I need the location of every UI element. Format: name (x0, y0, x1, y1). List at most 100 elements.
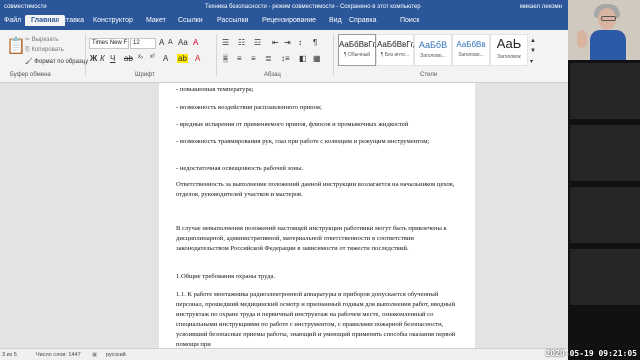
doc-paragraph: В случае невыполнения положений настояще… (176, 225, 447, 252)
tab-view[interactable]: Вид (329, 17, 342, 24)
doc-paragraph: 1.Общие требования охраны труда. (176, 273, 276, 280)
divider (216, 34, 217, 76)
styles-more-icon[interactable]: ▾ (530, 58, 533, 65)
cut-label: Вырезать (31, 37, 59, 43)
copy-button[interactable]: ⎘ Копировать (25, 47, 64, 54)
tab-insert[interactable]: Вставка (58, 17, 84, 24)
borders-icon[interactable]: ▦ (313, 54, 321, 63)
superscript-icon[interactable]: x² (150, 54, 155, 60)
underline-icon[interactable]: Ч (110, 54, 115, 63)
title-bar: совместимости Техника безопасности - реж… (0, 0, 568, 14)
font-color-icon[interactable]: A (195, 54, 200, 63)
clear-format-icon[interactable]: A (193, 38, 198, 47)
speaker-hand (577, 30, 587, 48)
style-preview: АаБбВвГг, (377, 40, 415, 49)
bullets-icon[interactable]: ☰ (222, 38, 229, 47)
tab-help[interactable]: Справка (349, 17, 376, 24)
word-window: совместимости Техника безопасности - реж… (0, 0, 568, 360)
paragraph-group-label: Абзац (264, 72, 281, 78)
styles-scroll-down-icon[interactable]: ▼ (530, 48, 536, 54)
multilevel-list-icon[interactable]: ☲ (254, 38, 261, 47)
text-effects-icon[interactable]: A (163, 54, 168, 63)
doc-paragraph: - вредные испарения от применяемого прип… (176, 121, 409, 128)
participant-video-tile[interactable] (570, 187, 640, 243)
font-name-select[interactable]: Times New F (89, 38, 129, 49)
divider (85, 34, 86, 76)
italic-icon[interactable]: К (100, 54, 105, 63)
speaker-body (590, 30, 626, 60)
tab-design[interactable]: Конструктор (93, 17, 133, 24)
user-name[interactable]: микаел лекомн (520, 0, 562, 14)
clipboard-group-label: Буфер обмена (10, 72, 51, 78)
doc-paragraph: - возможность воздействия расплавленного… (176, 104, 322, 111)
document-page[interactable]: - повышенная температура; - возможность … (159, 83, 475, 348)
tab-layout[interactable]: Макет (146, 17, 166, 24)
title-left: совместимости (4, 4, 47, 10)
participant-video-tile[interactable] (570, 63, 640, 119)
document-title: Техника безопасности - режим совместимос… (205, 4, 421, 10)
ribbon: 📋 ✂ Вырезать ⎘ Копировать 🖌 Формат по об… (0, 30, 568, 83)
font-size-select[interactable]: 12 (130, 38, 156, 49)
tab-search[interactable]: Поиск (400, 17, 419, 24)
recording-timestamp: 2020-05-19 09:21:05 (545, 349, 637, 358)
paste-icon[interactable]: 📋 (6, 36, 26, 56)
doc-paragraph: - недостаточная освещенность рабочей зон… (176, 165, 304, 172)
highlight-icon[interactable]: ab (177, 54, 188, 63)
style-name: ¶ Без инте... (380, 52, 410, 58)
tab-mailings[interactable]: Рассылки (217, 17, 248, 24)
tab-review[interactable]: Рецензирование (262, 17, 316, 24)
divider (333, 34, 334, 76)
page-indicator[interactable]: 3 из 5 (2, 349, 17, 360)
style-title[interactable]: АаЬ Заголовок (490, 34, 528, 66)
font-group-label: Шрифт (135, 72, 155, 78)
style-normal[interactable]: АаБбВвГг, ¶ Обычный (338, 34, 377, 66)
style-preview: АаБбВв (456, 40, 486, 49)
ribbon-tabs: Файл Главная Вставка Конструктор Макет С… (0, 14, 568, 30)
proofing-icon[interactable]: ▣ (92, 349, 97, 360)
doc-paragraph: 1.1. К работе монтажника радиоэлектронно… (176, 291, 456, 348)
align-right-icon[interactable]: ≡ (251, 54, 256, 63)
style-name: Заголово... (420, 53, 446, 59)
tab-references[interactable]: Ссылки (178, 17, 203, 24)
align-left-icon[interactable]: ≡ (223, 54, 228, 63)
style-preview: АаБбВвГг, (339, 40, 377, 49)
participant-video-tile[interactable] (570, 125, 640, 181)
align-center-icon[interactable]: ≡ (237, 54, 242, 63)
doc-paragraph: Ответственность за выполнение положений … (176, 181, 455, 198)
status-bar: 3 из 5 Число слов: 1447 ▣ русский (0, 348, 568, 360)
participant-video-tile[interactable] (570, 249, 640, 305)
cut-button[interactable]: ✂ Вырезать (25, 36, 58, 43)
subscript-icon[interactable]: x₂ (138, 54, 143, 60)
style-heading-2[interactable]: АаБбВв Заголово... (452, 34, 490, 66)
numbering-icon[interactable]: ☷ (238, 38, 245, 47)
styles-scroll-up-icon[interactable]: ▲ (530, 38, 536, 44)
change-case-icon[interactable]: Aa (178, 38, 188, 47)
decrease-indent-icon[interactable]: ⇤ (272, 38, 279, 47)
show-marks-icon[interactable]: ¶ (313, 38, 317, 47)
copy-label: Копировать (31, 47, 64, 53)
tab-file[interactable]: Файл (4, 17, 21, 24)
strikethrough-icon[interactable]: ab (124, 54, 133, 63)
style-name: Заголовок (497, 54, 521, 60)
format-painter-label: Формат по образцу (34, 59, 89, 65)
style-name: Заголово... (458, 52, 484, 58)
styles-group-label: Стили (420, 72, 438, 78)
doc-paragraph: - возможность травмирования рук, глаз пр… (176, 138, 430, 145)
style-preview: АаЬ (496, 36, 522, 51)
style-heading-1[interactable]: АаБбВ Заголово... (414, 34, 452, 66)
increase-indent-icon[interactable]: ⇥ (284, 38, 291, 47)
bold-icon[interactable]: Ж (90, 54, 97, 63)
speaker-glasses (601, 16, 616, 21)
language-indicator[interactable]: русский (106, 349, 126, 360)
grow-font-icon[interactable]: A (159, 38, 164, 47)
sort-icon[interactable]: ↕ (298, 38, 302, 47)
style-no-spacing[interactable]: АаБбВвГг, ¶ Без инте... (376, 34, 415, 66)
style-name: ¶ Обычный (343, 52, 371, 58)
word-count[interactable]: Число слов: 1447 (36, 349, 81, 360)
format-painter-button[interactable]: 🖌 Формат по образцу (25, 58, 88, 65)
doc-paragraph: - повышенная температура; (176, 86, 254, 93)
shading-icon[interactable]: ◧ (299, 54, 307, 63)
line-spacing-icon[interactable]: ↕≡ (281, 54, 290, 63)
shrink-font-icon[interactable]: A (168, 39, 173, 46)
justify-icon[interactable]: ≣ (265, 54, 272, 63)
